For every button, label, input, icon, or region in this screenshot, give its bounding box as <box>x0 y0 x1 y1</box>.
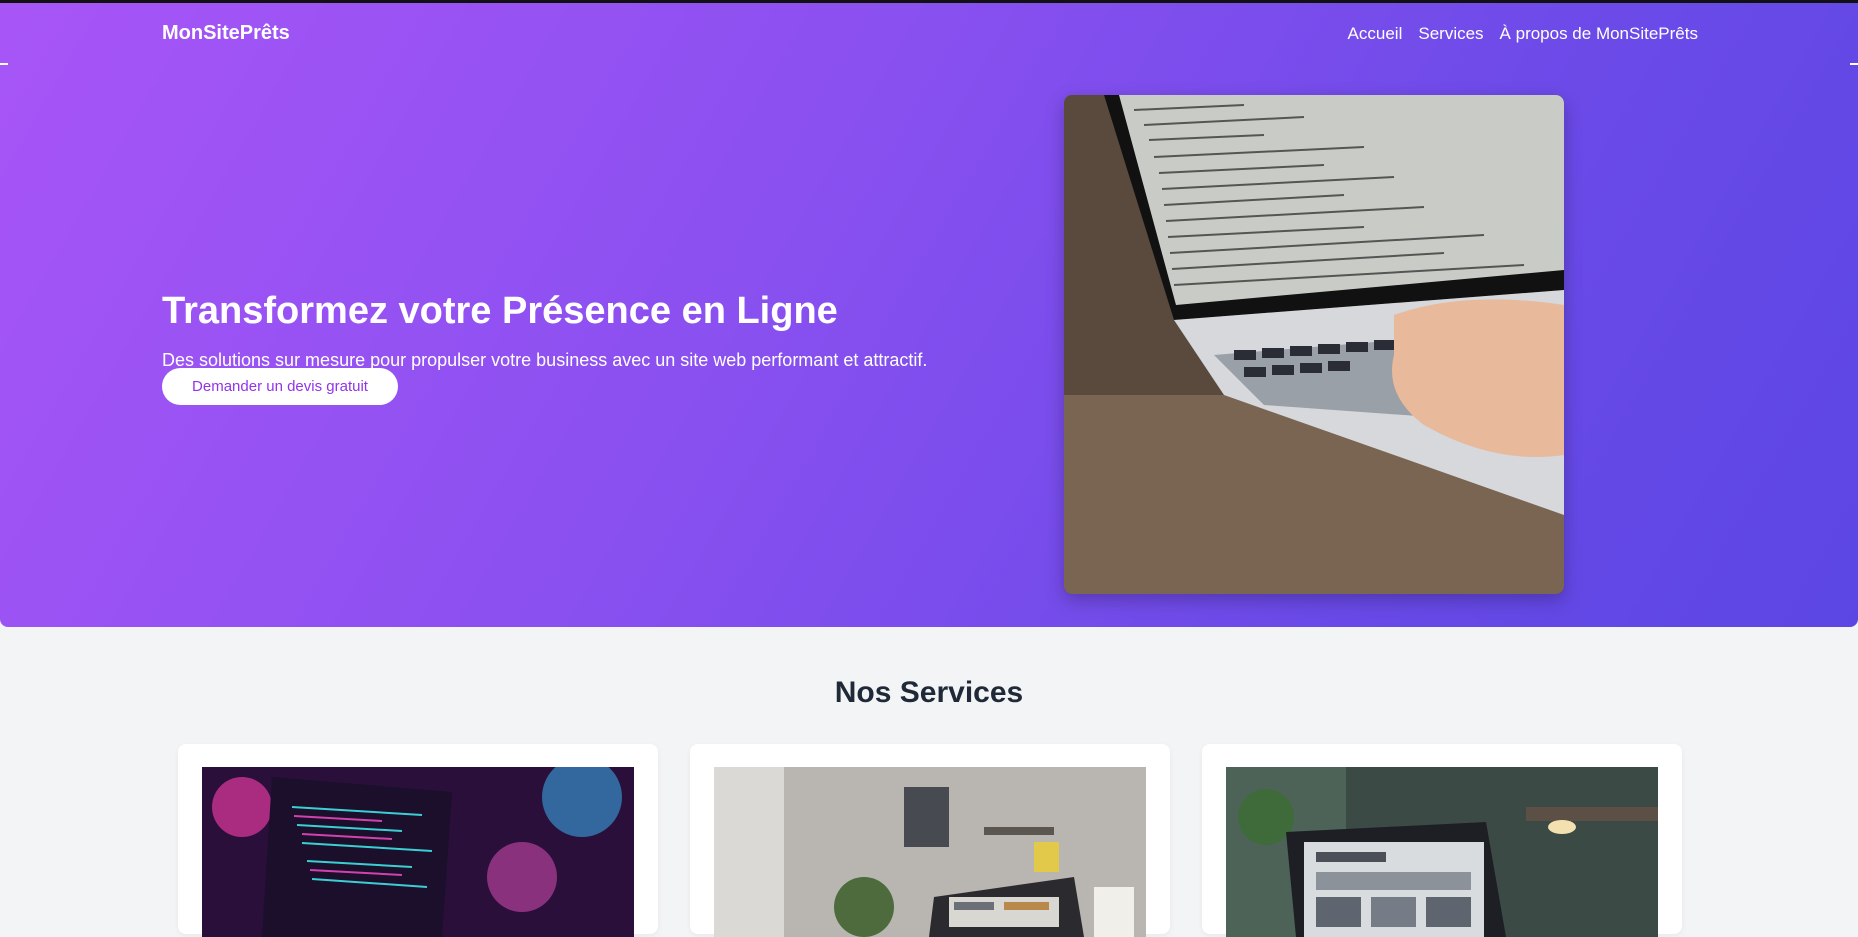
request-quote-button[interactable]: Demander un devis gratuit <box>162 368 398 405</box>
neon-laptop-code-photo <box>202 767 634 937</box>
services-title: Nos Services <box>834 676 1024 709</box>
nav-link-accueil[interactable]: Accueil <box>1348 24 1403 44</box>
office-laptop-photo <box>714 767 1146 937</box>
service-card[interactable] <box>1202 744 1682 937</box>
navbar-corner-right <box>1850 63 1858 67</box>
hero-section: MonSitePrêts Accueil Services À propos d… <box>0 0 1858 627</box>
laptop-code-photo <box>1064 95 1564 594</box>
desk-laptop-website-photo <box>1226 767 1658 937</box>
navbar: MonSitePrêts Accueil Services À propos d… <box>0 3 1858 65</box>
service-card[interactable] <box>690 744 1170 937</box>
service-card[interactable] <box>178 744 658 937</box>
navbar-corner-left <box>0 63 8 67</box>
window-top-border <box>0 0 1858 3</box>
hero-title: Transformez votre Présence en Ligne <box>162 290 838 332</box>
nav-link-about[interactable]: À propos de MonSitePrêts <box>1500 24 1698 44</box>
brand-logo[interactable]: MonSitePrêts <box>162 22 290 45</box>
nav-link-services[interactable]: Services <box>1418 24 1483 44</box>
nav-links: Accueil Services À propos de MonSitePrêt… <box>1348 24 1698 44</box>
